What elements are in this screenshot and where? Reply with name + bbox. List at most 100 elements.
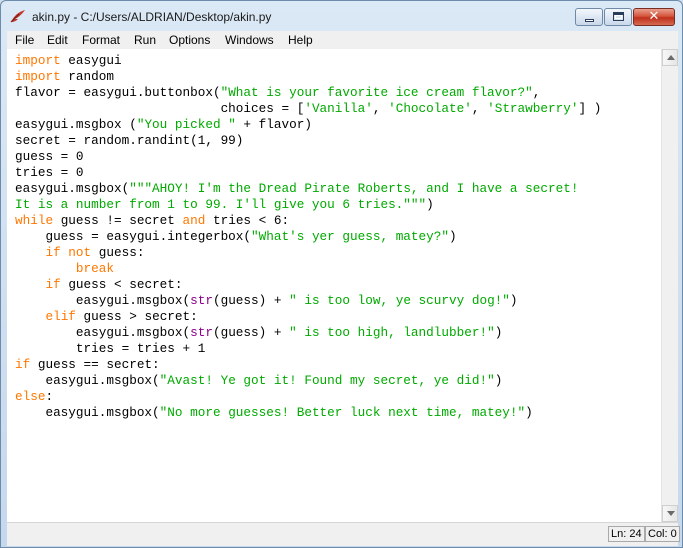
code-line: elif guess > secret:	[15, 309, 198, 324]
code-line: easygui.msgbox ("You picked " + flavor)	[15, 117, 312, 132]
code-token: )	[494, 373, 503, 388]
code-line: import random	[15, 69, 114, 84]
code-line: guess = easygui.integerbox("What's yer g…	[15, 229, 457, 244]
code-token: tries = 0	[15, 165, 84, 180]
code-line: easygui.msgbox(str(guess) + " is too low…	[15, 293, 518, 308]
code-line: while guess != secret and tries < 6:	[15, 213, 289, 228]
scroll-down-arrow-icon	[667, 511, 675, 516]
menu-help[interactable]: Help	[288, 33, 313, 47]
menu-bar: File Edit Format Run Options Windows Hel…	[7, 31, 678, 50]
code-line: flavor = easygui.buttonbox("What is your…	[15, 85, 540, 100]
string-token: " is too high, landlubber!"	[289, 325, 495, 340]
keyword-token: if	[45, 277, 61, 292]
string-token: "No more guesses! Better luck next time,…	[159, 405, 526, 420]
code-line: choices = ['Vanilla', 'Chocolate', 'Stra…	[15, 101, 602, 116]
code-token: )	[449, 229, 457, 244]
window-controls: ✕	[574, 8, 675, 28]
keyword-token: elif	[45, 309, 76, 324]
close-button[interactable]: ✕	[633, 8, 675, 26]
window-title: akin.py - C:/Users/ALDRIAN/Desktop/akin.…	[32, 10, 272, 24]
menu-windows[interactable]: Windows	[225, 33, 274, 47]
code-token: )	[494, 325, 503, 340]
code-line: else:	[15, 389, 53, 404]
menu-run[interactable]: Run	[134, 33, 156, 47]
code-token: easygui.msgbox(	[15, 293, 191, 308]
code-line: easygui.msgbox("No more guesses! Better …	[15, 405, 532, 420]
minimize-button[interactable]	[575, 8, 603, 26]
code-token: ] )	[578, 101, 602, 116]
keyword-token: import	[15, 53, 61, 68]
code-token: + flavor)	[235, 117, 312, 132]
code-token: easygui.msgbox(	[15, 373, 160, 388]
string-token: """AHOY! I'm the Dread Pirate Roberts, a…	[129, 181, 579, 196]
code-line: It is a number from 1 to 99. I'll give y…	[15, 197, 434, 212]
code-token: secret = random.randint(1, 99)	[15, 133, 244, 148]
code-token: easygui.msgbox (	[15, 117, 137, 132]
minimize-icon	[585, 19, 594, 22]
menu-file[interactable]: File	[15, 33, 34, 47]
code-token: easygui	[60, 53, 122, 68]
code-line: tries = 0	[15, 165, 84, 180]
code-line: guess = 0	[15, 149, 84, 164]
code-line: secret = random.randint(1, 99)	[15, 133, 243, 148]
code-token: guess == secret:	[30, 357, 160, 372]
keyword-token: if not	[45, 245, 92, 260]
idle-feather-icon	[10, 10, 25, 23]
string-token: 'Vanilla'	[304, 101, 373, 116]
maximize-icon	[613, 12, 624, 21]
code-token: guess > secret:	[75, 309, 198, 324]
code-token: random	[60, 69, 114, 84]
menu-format[interactable]: Format	[82, 33, 120, 47]
string-token: 'Chocolate'	[388, 101, 472, 116]
code-token: guess = easygui.integerbox(	[15, 229, 252, 244]
code-token: flavor = easygui.buttonbox(	[15, 85, 221, 100]
idle-editor-window: akin.py - C:/Users/ALDRIAN/Desktop/akin.…	[0, 0, 683, 548]
code-line: if guess < secret:	[15, 277, 183, 292]
keyword-token: import	[15, 69, 61, 84]
title-bar[interactable]: akin.py - C:/Users/ALDRIAN/Desktop/akin.…	[1, 1, 682, 31]
code-line: if guess == secret:	[15, 357, 160, 372]
code-line: import easygui	[15, 53, 122, 68]
scroll-down-button[interactable]	[662, 505, 678, 522]
code-line: tries = tries + 1	[15, 341, 205, 356]
code-token: ,	[532, 85, 541, 100]
string-token: "What's yer guess, matey?"	[251, 229, 449, 244]
scroll-up-arrow-icon	[667, 55, 675, 60]
scroll-up-button[interactable]	[662, 49, 678, 66]
code-token: tries < 6:	[205, 213, 290, 228]
close-icon: ✕	[648, 9, 660, 24]
code-token: (guess) +	[212, 325, 290, 340]
code-token: guess = 0	[15, 149, 84, 164]
code-token: ,	[471, 101, 488, 116]
menu-edit[interactable]: Edit	[47, 33, 68, 47]
code-editor[interactable]: import easygui import random flavor = ea…	[7, 49, 661, 522]
line-indicator: Ln: 24	[608, 526, 645, 542]
string-token: " is too low, ye scurvy dog!"	[289, 293, 510, 308]
code-token: guess < secret:	[60, 277, 183, 292]
code-token: guess != secret	[53, 213, 183, 228]
string-token: "What is your favorite ice cream flavor?…	[220, 85, 533, 100]
code-token: guess:	[91, 245, 145, 260]
builtin-token: str	[190, 325, 213, 340]
keyword-token: break	[75, 261, 114, 276]
maximize-button[interactable]	[604, 8, 632, 26]
column-indicator: Col: 0	[645, 526, 680, 542]
code-token: easygui.msgbox(	[15, 181, 130, 196]
string-token: 'Strawberry'	[487, 101, 579, 116]
code-line: easygui.msgbox("""AHOY! I'm the Dread Pi…	[15, 181, 578, 196]
code-line: if not guess:	[15, 245, 144, 260]
code-token: )	[509, 293, 518, 308]
code-token: easygui.msgbox(	[15, 405, 160, 420]
string-token: "You picked "	[136, 117, 236, 132]
code-text[interactable]: import easygui import random flavor = ea…	[15, 53, 601, 421]
code-token: :	[45, 389, 54, 404]
keyword-token: while	[15, 213, 54, 228]
vertical-scrollbar[interactable]	[661, 49, 678, 522]
menu-options[interactable]: Options	[169, 33, 210, 47]
code-token: easygui.msgbox(	[15, 325, 191, 340]
code-token: choices = [	[15, 101, 305, 116]
keyword-token: else	[15, 389, 46, 404]
